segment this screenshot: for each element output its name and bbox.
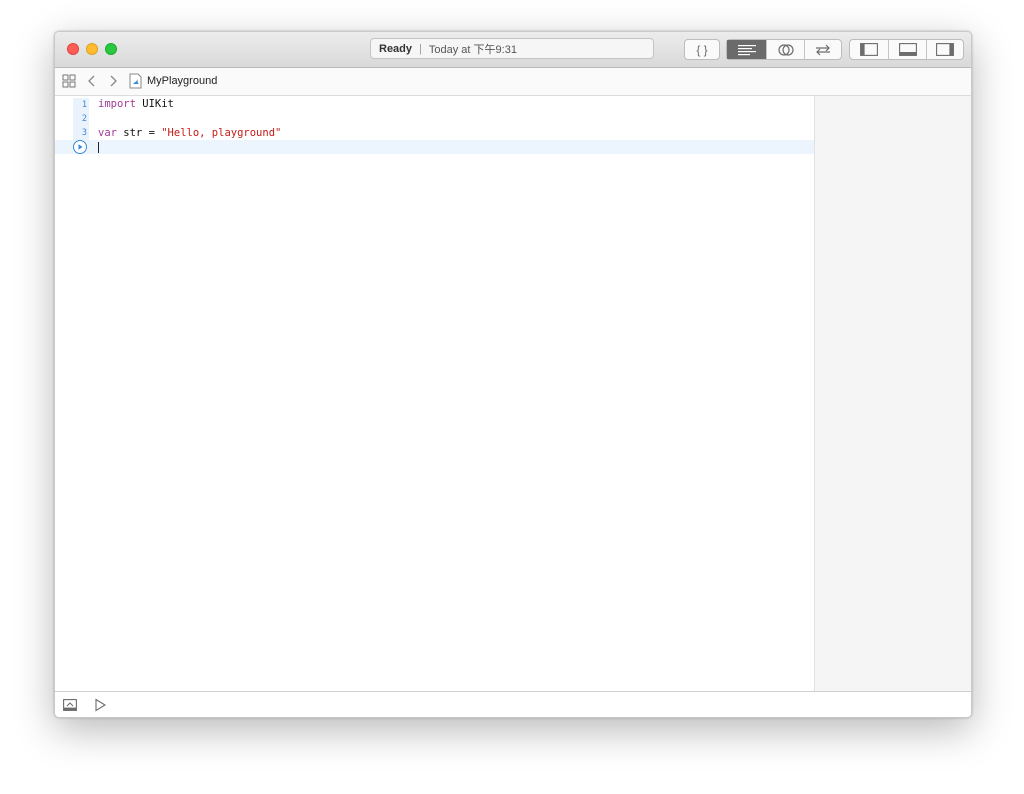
keyword-token: var bbox=[98, 127, 117, 139]
right-panel-icon bbox=[936, 43, 954, 56]
line-number: 3 bbox=[81, 128, 87, 138]
arrows-swap-icon bbox=[816, 44, 830, 55]
debug-area-toggle-button[interactable] bbox=[888, 40, 926, 59]
current-line-highlight bbox=[55, 140, 814, 154]
view-toggle-segment bbox=[849, 39, 964, 60]
breadcrumb-file-name[interactable]: MyPlayground bbox=[147, 75, 217, 87]
source-editor[interactable]: 1 2 3 import UIKit var str = "Hello, pla… bbox=[55, 96, 815, 691]
standard-editor-mode-button[interactable] bbox=[727, 40, 766, 59]
playground-file-icon bbox=[129, 73, 142, 89]
standard-editor-segment: { } bbox=[684, 39, 720, 60]
line-number: 2 bbox=[81, 114, 87, 124]
show-debug-area-icon[interactable] bbox=[63, 699, 77, 711]
left-panel-icon bbox=[860, 43, 878, 56]
lines-icon bbox=[737, 44, 756, 55]
xcode-playground-window: Ready | Today at 下午9:31 { } MyPlayground… bbox=[54, 31, 972, 718]
assistant-editor-mode-button[interactable] bbox=[766, 40, 804, 59]
string-literal-token: "Hello, playground" bbox=[161, 127, 282, 139]
code-token: UIKit bbox=[135, 98, 174, 110]
execute-playground-button[interactable] bbox=[73, 140, 87, 154]
run-playground-icon[interactable] bbox=[94, 698, 106, 712]
venn-circles-icon bbox=[777, 43, 794, 56]
line-number: 1 bbox=[81, 100, 87, 110]
jump-bar: MyPlayground bbox=[55, 68, 971, 96]
status-state: Ready bbox=[379, 42, 413, 55]
code-line-1: import UIKit bbox=[98, 98, 174, 110]
minimize-window-button[interactable] bbox=[86, 43, 98, 55]
curly-braces-button[interactable]: { } bbox=[685, 40, 719, 59]
debug-bar bbox=[55, 691, 971, 717]
zoom-window-button[interactable] bbox=[105, 43, 117, 55]
code-line-3: var str = "Hello, playground" bbox=[98, 127, 281, 139]
text-caret bbox=[98, 142, 99, 153]
forward-chevron-icon[interactable] bbox=[108, 74, 118, 88]
close-window-button[interactable] bbox=[67, 43, 79, 55]
related-items-grid-icon[interactable] bbox=[62, 74, 76, 88]
bottom-panel-icon bbox=[898, 43, 917, 56]
title-bar: Ready | Today at 下午9:31 { } bbox=[55, 32, 971, 68]
inspector-toggle-button[interactable] bbox=[926, 40, 963, 59]
code-token: str = bbox=[116, 127, 162, 139]
results-sidebar bbox=[815, 96, 971, 691]
activity-status: Ready | Today at 下午9:31 bbox=[370, 38, 654, 59]
keyword-token: import bbox=[98, 98, 136, 110]
status-time: Today at 下午9:31 bbox=[428, 43, 517, 56]
play-icon bbox=[78, 144, 83, 150]
editor-mode-segment bbox=[726, 39, 842, 60]
back-chevron-icon[interactable] bbox=[87, 74, 97, 88]
version-editor-mode-button[interactable] bbox=[804, 40, 841, 59]
navigator-toggle-button[interactable] bbox=[850, 40, 888, 59]
curly-braces-icon: { } bbox=[696, 42, 708, 57]
status-separator: | bbox=[419, 42, 422, 55]
